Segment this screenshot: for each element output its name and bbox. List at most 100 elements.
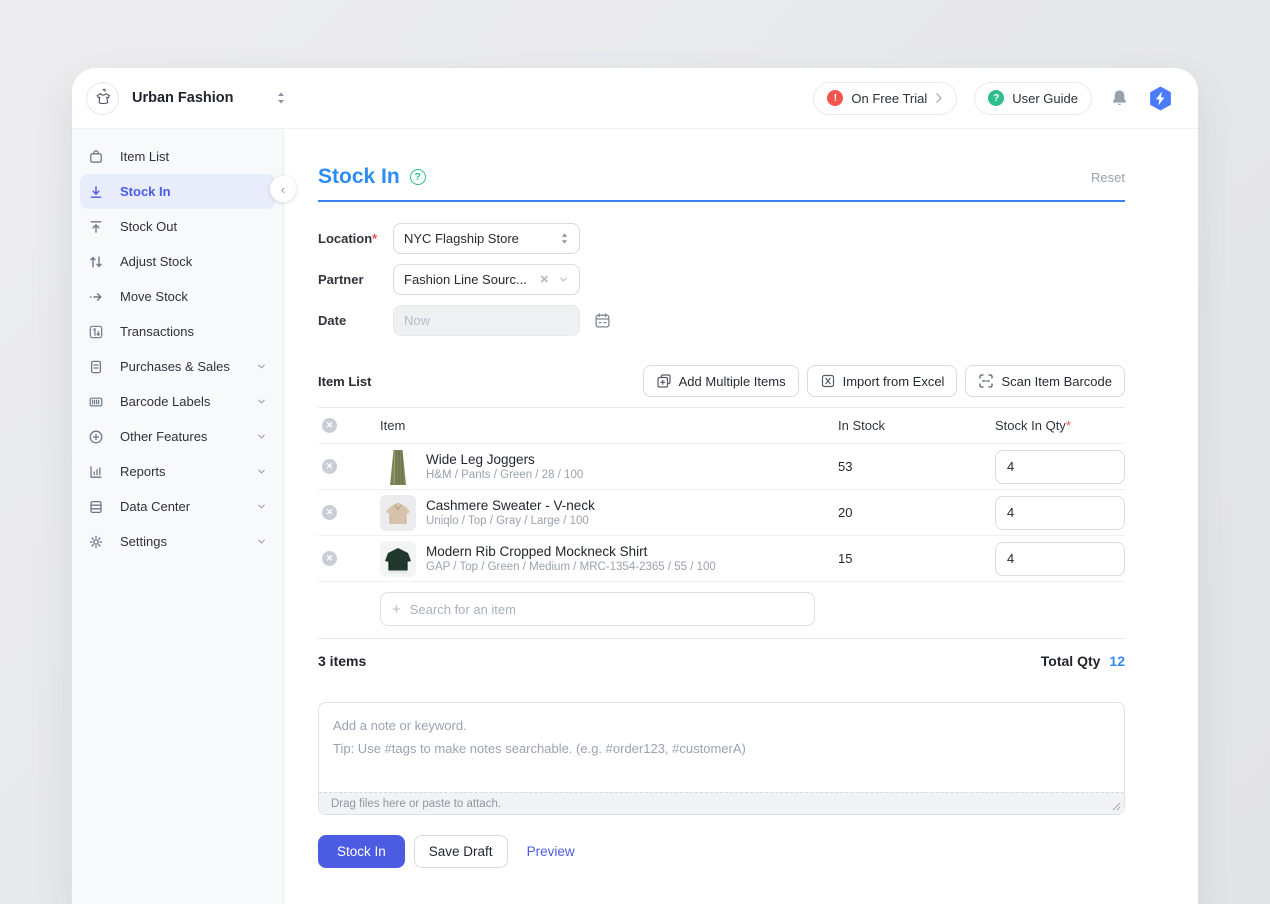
partner-select[interactable]: Fashion Line Sourc... ✕ bbox=[393, 264, 580, 295]
workspace-logo-icon bbox=[86, 82, 119, 115]
remove-item-icon[interactable]: ✕ bbox=[322, 551, 337, 566]
alert-icon: ! bbox=[827, 90, 843, 106]
chevron-right-icon bbox=[935, 92, 943, 104]
add-multiple-items-label: Add Multiple Items bbox=[679, 374, 786, 389]
location-value: NYC Flagship Store bbox=[404, 231, 519, 246]
workspace-selector-icon[interactable] bbox=[276, 91, 286, 105]
sidebar-item-reports[interactable]: Reports bbox=[80, 454, 275, 489]
item-name: Wide Leg Joggers bbox=[426, 452, 583, 467]
resize-handle-icon[interactable] bbox=[1112, 802, 1121, 811]
remove-item-icon[interactable]: ✕ bbox=[322, 459, 337, 474]
in-stock-value: 15 bbox=[838, 551, 995, 566]
sidebar-collapse-button[interactable]: ‹ bbox=[270, 176, 296, 202]
adjust-stock-icon bbox=[88, 254, 104, 270]
location-select[interactable]: NYC Flagship Store bbox=[393, 223, 580, 254]
item-thumbnail bbox=[380, 495, 416, 531]
stock-in-icon bbox=[88, 184, 104, 200]
item-name: Cashmere Sweater - V-neck bbox=[426, 498, 595, 513]
attach-hint: Drag files here or paste to attach. bbox=[331, 798, 501, 810]
page-header: Stock In ? Reset bbox=[318, 165, 1125, 202]
item-name: Modern Rib Cropped Mockneck Shirt bbox=[426, 544, 716, 559]
workspace-name: Urban Fashion bbox=[132, 90, 234, 106]
stock-in-qty-input[interactable] bbox=[995, 496, 1125, 530]
search-row: + Search for an item bbox=[318, 582, 1125, 626]
select-arrows-icon bbox=[560, 232, 569, 245]
workspace-switcher[interactable]: Urban Fashion bbox=[86, 82, 286, 115]
top-bar-right: ! On Free Trial ? User Guide bbox=[813, 82, 1174, 115]
sidebar-item-label: Data Center bbox=[120, 499, 190, 514]
sidebar-item-move-stock[interactable]: Move Stock bbox=[80, 279, 275, 314]
required-mark: * bbox=[1066, 418, 1071, 433]
add-multiple-items-icon bbox=[656, 373, 672, 389]
chevron-down-icon bbox=[256, 361, 267, 372]
move-stock-icon bbox=[88, 289, 104, 305]
date-row: Date Now bbox=[318, 305, 1125, 336]
sidebar-item-settings[interactable]: Settings bbox=[80, 524, 275, 559]
remove-all-icon[interactable]: ✕ bbox=[322, 418, 337, 433]
table-row: ✕ Cashmere Sweater - V-neck Uniqlo / Top… bbox=[318, 490, 1125, 536]
sidebar-item-label: Stock In bbox=[120, 184, 171, 199]
item-search-placeholder: Search for an item bbox=[410, 602, 516, 617]
total-qty: Total Qty 12 bbox=[1041, 653, 1125, 669]
date-placeholder: Now bbox=[404, 313, 430, 328]
note-input[interactable]: Add a note or keyword. Tip: Use #tags to… bbox=[318, 702, 1125, 815]
sidebar-item-other-features[interactable]: Other Features bbox=[80, 419, 275, 454]
item-thumbnail bbox=[380, 541, 416, 577]
sidebar-item-item-list[interactable]: Item List bbox=[80, 139, 275, 174]
package-icon bbox=[88, 149, 104, 165]
app-body: ‹ Item List Stock In Stock Out Adjust St… bbox=[72, 128, 1198, 904]
calendar-icon[interactable] bbox=[594, 312, 611, 329]
chevron-down-icon bbox=[558, 274, 569, 285]
sidebar-item-barcode-labels[interactable]: Barcode Labels bbox=[80, 384, 275, 419]
upgrade-bolt-icon[interactable] bbox=[1147, 85, 1174, 112]
chevron-down-icon bbox=[256, 501, 267, 512]
user-guide-button[interactable]: ? User Guide bbox=[974, 82, 1092, 115]
import-from-excel-label: Import from Excel bbox=[843, 374, 945, 389]
stock-out-icon bbox=[88, 219, 104, 235]
item-table: ✕ Item In Stock Stock In Qty* ✕ Wide Leg… bbox=[318, 408, 1125, 626]
total-qty-value: 12 bbox=[1109, 653, 1125, 669]
sidebar-item-data-center[interactable]: Data Center bbox=[80, 489, 275, 524]
barcode-icon bbox=[88, 394, 104, 410]
stock-in-qty-input[interactable] bbox=[995, 542, 1125, 576]
notifications-bell-icon[interactable] bbox=[1109, 88, 1130, 109]
top-bar: Urban Fashion ! On Free Trial ? User Gui… bbox=[72, 68, 1198, 128]
add-multiple-items-button[interactable]: Add Multiple Items bbox=[643, 365, 799, 397]
sidebar-item-label: Other Features bbox=[120, 429, 207, 444]
item-attributes: H&M / Pants / Green / 28 / 100 bbox=[426, 469, 583, 481]
note-placeholder: Add a note or keyword. Tip: Use #tags to… bbox=[319, 703, 1124, 772]
sidebar-item-label: Transactions bbox=[120, 324, 194, 339]
chevron-down-icon bbox=[256, 396, 267, 407]
sidebar-item-label: Settings bbox=[120, 534, 167, 549]
database-icon bbox=[88, 499, 104, 515]
trial-badge[interactable]: ! On Free Trial bbox=[813, 82, 957, 115]
sidebar: ‹ Item List Stock In Stock Out Adjust St… bbox=[72, 129, 284, 904]
in-stock-value: 53 bbox=[838, 459, 995, 474]
remove-item-icon[interactable]: ✕ bbox=[322, 505, 337, 520]
preview-button[interactable]: Preview bbox=[523, 835, 579, 868]
help-icon[interactable]: ? bbox=[410, 169, 426, 185]
chevron-down-icon bbox=[256, 431, 267, 442]
import-from-excel-button[interactable]: Import from Excel bbox=[807, 365, 958, 397]
plus-icon: + bbox=[392, 602, 401, 617]
barcode-scan-icon bbox=[978, 373, 994, 389]
sidebar-item-adjust-stock[interactable]: Adjust Stock bbox=[80, 244, 275, 279]
sidebar-item-transactions[interactable]: Transactions bbox=[80, 314, 275, 349]
stock-in-submit-button[interactable]: Stock In bbox=[318, 835, 405, 868]
scan-item-barcode-button[interactable]: Scan Item Barcode bbox=[965, 365, 1125, 397]
clear-partner-icon[interactable]: ✕ bbox=[540, 273, 549, 286]
stock-in-qty-input[interactable] bbox=[995, 450, 1125, 484]
attach-dropzone[interactable]: Drag files here or paste to attach. bbox=[319, 792, 1124, 814]
save-draft-button[interactable]: Save Draft bbox=[414, 835, 508, 868]
chevron-down-icon bbox=[256, 466, 267, 477]
sidebar-item-purchases-sales[interactable]: Purchases & Sales bbox=[80, 349, 275, 384]
item-list-label: Item List bbox=[318, 374, 371, 389]
totals-row: 3 items Total Qty 12 bbox=[318, 638, 1125, 669]
item-search-input[interactable]: + Search for an item bbox=[380, 592, 815, 626]
date-input[interactable]: Now bbox=[393, 305, 580, 336]
reset-button[interactable]: Reset bbox=[1091, 170, 1125, 185]
sidebar-item-stock-out[interactable]: Stock Out bbox=[80, 209, 275, 244]
question-icon: ? bbox=[988, 90, 1004, 106]
sidebar-item-stock-in[interactable]: Stock In bbox=[80, 174, 275, 209]
location-label: Location* bbox=[318, 231, 393, 246]
